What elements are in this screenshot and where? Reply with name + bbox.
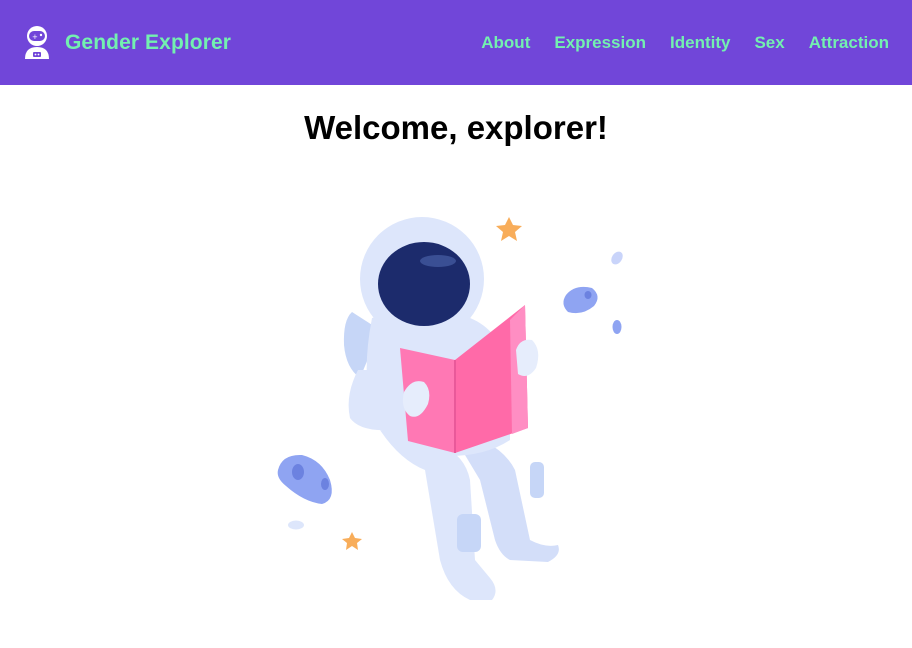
page-title: Welcome, explorer! [304, 109, 608, 146]
nav-link-identity[interactable]: Identity [670, 33, 730, 53]
nav-link-expression[interactable]: Expression [554, 33, 646, 53]
brand-link[interactable]: + Gender Explorer [20, 25, 231, 61]
brand-name: Gender Explorer [65, 30, 232, 54]
nav-link-attraction[interactable]: Attraction [809, 33, 889, 53]
nav-menu: About Expression Identity Sex Attraction [457, 33, 889, 53]
main-content: Welcome, explorer! [0, 85, 912, 648]
nav-link-sex[interactable]: Sex [754, 33, 784, 53]
astronaut-reading-illustration [277, 217, 623, 600]
astronaut-icon: + [25, 25, 49, 59]
navbar: + Gender Explorer About Expression Ident… [0, 0, 912, 85]
nav-link-about[interactable]: About [481, 33, 530, 53]
svg-text:+: + [32, 33, 38, 41]
